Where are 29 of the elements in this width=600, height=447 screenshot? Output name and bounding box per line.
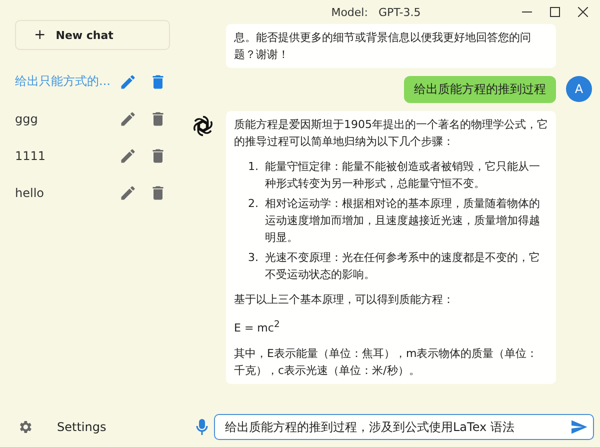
chat-list-item[interactable]: ggg [10, 109, 190, 128]
send-icon[interactable] [569, 418, 589, 436]
pencil-icon[interactable] [119, 146, 137, 164]
list-item: 相对论运动学：根据相对论的基本原理，质量随着物体的运动速度增加而增加，且速度越接近光速，质量增加得越明显。 [265, 196, 541, 246]
window-title: Model: GPT-3.5 [330, 6, 422, 18]
pencil-icon[interactable] [119, 184, 137, 202]
close-icon[interactable] [578, 7, 588, 17]
user-avatar: A [566, 76, 592, 102]
maximize-icon[interactable] [550, 7, 560, 17]
list-item: 能量守恒定律：能量不能被创造或者被销毁，它只能从一种形式转变为另一种形式，总能量守恒不变。 [265, 159, 541, 192]
list-marker: 3. [248, 250, 260, 266]
list-marker: 1. [248, 159, 260, 175]
list-marker: 2. [248, 196, 260, 212]
message-text: 质能方程是爱因斯坦于1905年提出的一个著名的物理学公式，它的推导过程可以简单地归纳为以下几个步骤： [234, 117, 548, 150]
chat-list-item[interactable]: hello [10, 183, 190, 202]
user-message: 给出质能方程的推到过程 [404, 76, 556, 103]
message-text: 其中，E表示能量（单位：焦耳），m表示物体的质量（单位：千克），c表示光速（单位：米/秒）。 [234, 346, 539, 379]
message-input[interactable]: 给出质能方程的推到过程，涉及到公式使用LaTex 语法 [214, 414, 594, 440]
chat-list-item[interactable]: 1111 [10, 146, 190, 165]
new-chat-button[interactable]: + New chat [15, 20, 170, 50]
microphone-icon[interactable] [196, 419, 208, 435]
pencil-icon[interactable] [119, 110, 137, 128]
settings-icon[interactable] [17, 419, 33, 435]
message-text: 基于以上三个基本原理，可以得到质能方程： [234, 292, 455, 308]
message-text: 息。能否提供更多的细节或背景信息以便我更好地回答您的问题？谢谢！ [234, 30, 532, 63]
settings-link[interactable]: Settings [57, 420, 106, 434]
message-text: E = mc$^{2}$ [234, 318, 281, 337]
list-item: 光速不变原理：光在任何参考系中的速度都是不变的，它不受运动状态的影响。 [265, 250, 541, 283]
pencil-icon[interactable] [119, 72, 137, 90]
